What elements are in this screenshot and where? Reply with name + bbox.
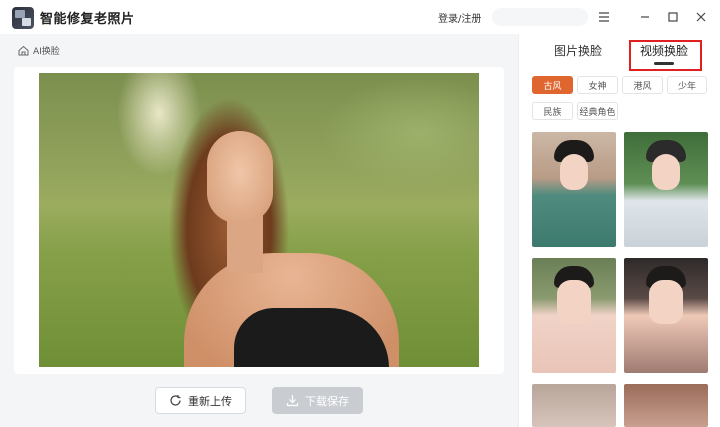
menu-icon[interactable] xyxy=(593,6,615,28)
category-chip-jingdian[interactable]: 经典角色 xyxy=(577,102,618,120)
highlight-annotation xyxy=(629,40,702,71)
template-thumbnail[interactable] xyxy=(624,258,708,373)
preview-canvas xyxy=(14,67,504,374)
category-chip-nvshen[interactable]: 女神 xyxy=(577,76,618,94)
maximize-icon[interactable] xyxy=(662,6,684,28)
title-bar: 智能修复老照片 登录/注册 xyxy=(0,0,720,34)
reupload-button[interactable]: 重新上传 xyxy=(155,387,246,414)
breadcrumb[interactable]: AI换脸 xyxy=(18,44,60,57)
template-thumbnail[interactable] xyxy=(532,132,616,247)
download-save-label: 下载保存 xyxy=(305,394,349,408)
category-chip-shaonian[interactable]: 少年 xyxy=(667,76,707,94)
main-area: AI换脸 重新上传 下载保存 xyxy=(0,34,518,427)
category-chip-minzu[interactable]: 民族 xyxy=(532,102,573,120)
category-chip-gufeng[interactable]: 古风 xyxy=(532,76,573,94)
home-icon xyxy=(18,45,29,56)
template-thumbnail[interactable] xyxy=(624,132,708,247)
download-save-button[interactable]: 下载保存 xyxy=(272,387,363,414)
download-icon xyxy=(286,395,299,407)
header-pill xyxy=(492,8,588,26)
template-thumbnail[interactable] xyxy=(624,384,708,427)
category-chip-gangfeng[interactable]: 港风 xyxy=(622,76,663,94)
close-icon[interactable] xyxy=(690,6,712,28)
template-thumbnail[interactable] xyxy=(532,258,616,373)
refresh-icon xyxy=(170,395,181,406)
uploaded-photo[interactable] xyxy=(39,73,479,367)
template-thumbnail[interactable] xyxy=(532,384,616,427)
reupload-label: 重新上传 xyxy=(188,394,232,408)
tab-image-face-swap[interactable]: 图片换脸 xyxy=(554,42,602,62)
minimize-icon[interactable] xyxy=(634,6,656,28)
breadcrumb-label: AI换脸 xyxy=(33,47,60,57)
app-logo-icon xyxy=(12,7,34,29)
login-register-link[interactable]: 登录/注册 xyxy=(438,10,481,25)
template-panel: 图片换脸 视频换脸 古风 女神 港风 少年 民族 经典角色 xyxy=(518,34,720,427)
app-window: 智能修复老照片 登录/注册 AI换脸 重新上传 下载保存 图片换脸 视频换脸 古… xyxy=(0,0,720,427)
app-title: 智能修复老照片 xyxy=(40,12,135,27)
